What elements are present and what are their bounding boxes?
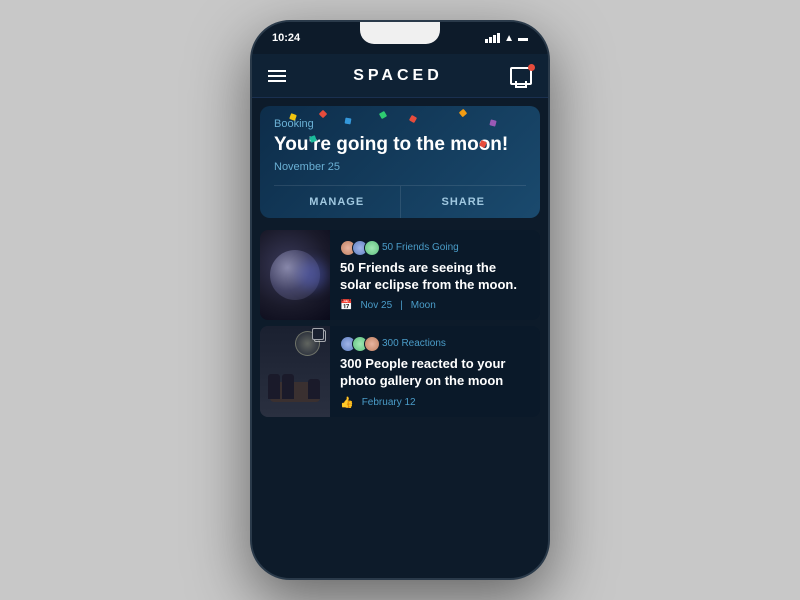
moon-glow bbox=[298, 260, 328, 290]
separator: | bbox=[400, 300, 403, 311]
status-time: 10:24 bbox=[272, 32, 300, 44]
confetti-piece bbox=[345, 118, 352, 125]
booking-label: Booking bbox=[274, 118, 526, 130]
card-title-eclipse: 50 Friends are seeing the solar eclipse … bbox=[340, 260, 530, 294]
battery-icon: ▬ bbox=[518, 33, 528, 44]
app-title: SPACED bbox=[353, 67, 443, 85]
gallery-scene bbox=[260, 326, 330, 417]
app-header: SPACED bbox=[252, 54, 548, 98]
activity-card-eclipse[interactable]: 50 Friends Going 50 Friends are seeing t… bbox=[260, 230, 540, 320]
confetti-piece bbox=[459, 109, 467, 117]
card-meta-eclipse: 50 Friends Going bbox=[340, 240, 530, 256]
booking-actions: MANAGE SHARE bbox=[274, 185, 526, 218]
card-content-eclipse: 50 Friends Going 50 Friends are seeing t… bbox=[330, 230, 540, 320]
status-bar: 10:24 ▲ ▬ bbox=[252, 22, 548, 54]
card-date-eclipse: Nov 25 bbox=[360, 300, 392, 311]
like-icon: 👍 bbox=[340, 396, 354, 409]
wifi-icon: ▲ bbox=[504, 33, 514, 44]
avatar-group-gallery bbox=[340, 336, 376, 352]
avatar-group bbox=[340, 240, 376, 256]
signal-icon bbox=[485, 33, 500, 43]
card-date-gallery: February 12 bbox=[362, 397, 416, 408]
phone-frame: 10:24 ▲ ▬ SPACED Booking You're goin bbox=[250, 20, 550, 580]
inbox-button[interactable] bbox=[510, 67, 532, 85]
booking-banner: Booking You're going to the moon! Novemb… bbox=[260, 106, 540, 218]
avatar-3 bbox=[364, 240, 380, 256]
card-image-moon bbox=[260, 230, 330, 320]
card-location: Moon bbox=[411, 300, 436, 311]
status-icons: ▲ ▬ bbox=[485, 33, 528, 44]
hamburger-button[interactable] bbox=[268, 70, 286, 82]
card-content-gallery: 300 Reactions 300 People reacted to your… bbox=[330, 326, 540, 417]
share-button[interactable]: SHARE bbox=[401, 186, 527, 218]
card-footer-gallery: 👍 February 12 bbox=[340, 396, 530, 409]
card-footer-eclipse: 📅 Nov 25 | Moon bbox=[340, 300, 530, 311]
activity-section: 50 Friends Going 50 Friends are seeing t… bbox=[252, 226, 548, 427]
booking-date: November 25 bbox=[274, 161, 526, 173]
activity-card-gallery[interactable]: 300 Reactions 300 People reacted to your… bbox=[260, 326, 540, 417]
card-title-gallery: 300 People reacted to your photo gallery… bbox=[340, 356, 530, 390]
confetti-piece bbox=[319, 110, 327, 118]
copy-icon bbox=[314, 330, 326, 342]
manage-button[interactable]: MANAGE bbox=[274, 186, 401, 218]
moon-image bbox=[260, 230, 330, 320]
moon-circle bbox=[270, 250, 320, 300]
avatar-g3 bbox=[364, 336, 380, 352]
calendar-icon: 📅 bbox=[340, 300, 352, 311]
meta-label-eclipse: 50 Friends Going bbox=[382, 242, 459, 253]
notch bbox=[360, 22, 440, 44]
card-meta-gallery: 300 Reactions bbox=[340, 336, 530, 352]
notification-badge bbox=[528, 64, 535, 71]
card-image-gallery bbox=[260, 326, 330, 417]
meta-label-gallery: 300 Reactions bbox=[382, 338, 446, 349]
